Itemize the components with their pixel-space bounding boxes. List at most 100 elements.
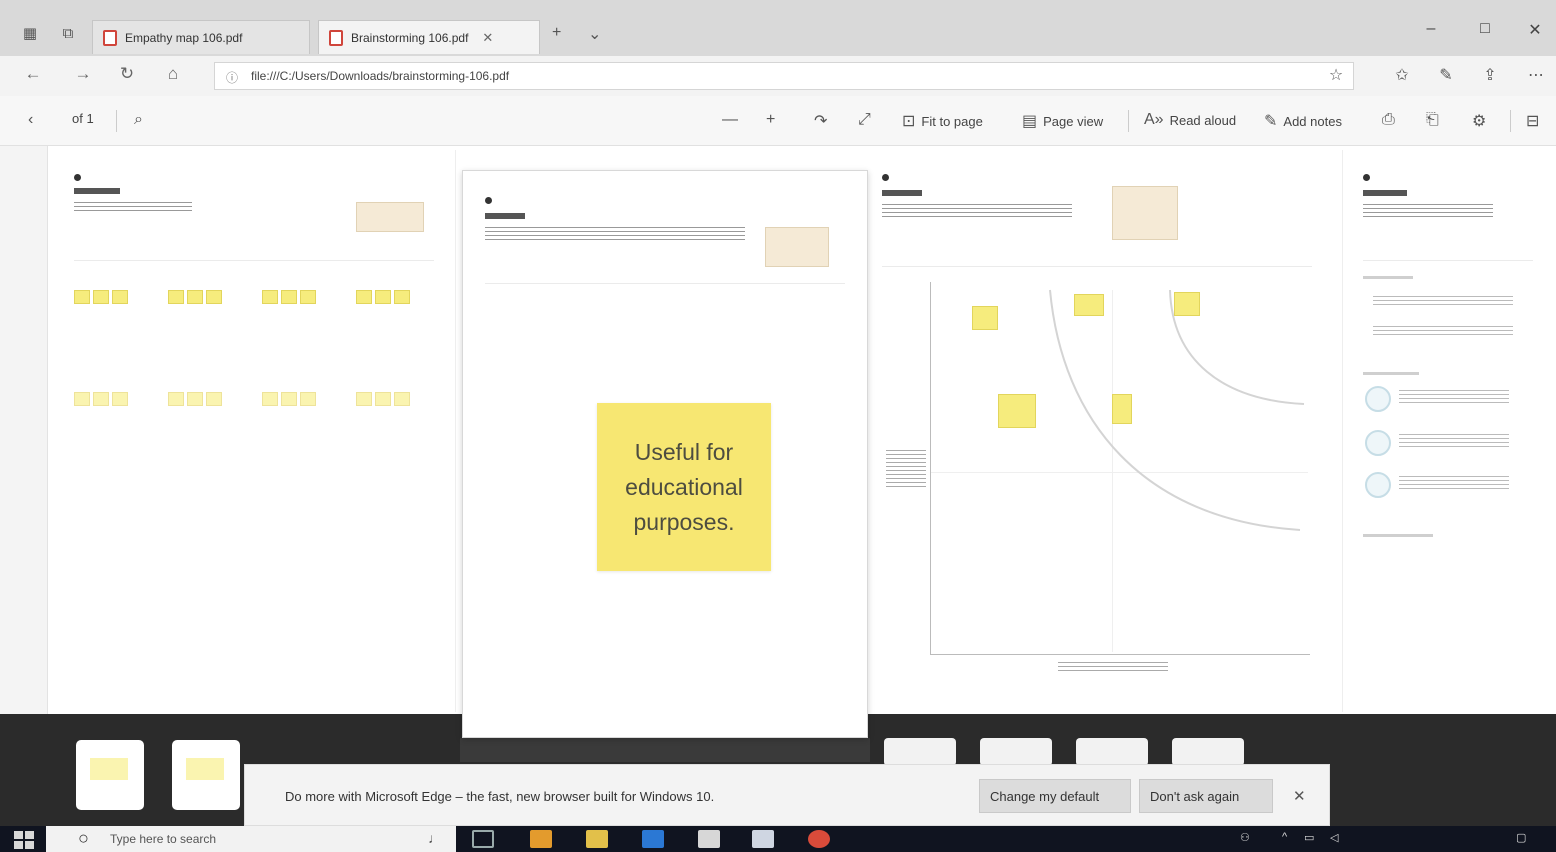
- url-field[interactable]: file:///C:/Users/Downloads/brainstorming…: [214, 62, 1354, 90]
- dont-ask-again-button[interactable]: Don't ask again: [1139, 779, 1273, 813]
- task-view-icon[interactable]: [472, 830, 494, 848]
- app-icon[interactable]: [752, 830, 774, 848]
- sticky-note: [972, 306, 998, 330]
- slide-4: [1342, 150, 1556, 712]
- fit-page-icon: ⊡: [902, 113, 916, 130]
- page-thumbnail[interactable]: [1076, 738, 1148, 766]
- slide-description: [485, 227, 745, 243]
- favorite-star-icon[interactable]: ☆: [1324, 65, 1348, 85]
- page-thumbnail[interactable]: [1172, 738, 1244, 766]
- more-icon[interactable]: ⋯: [1524, 65, 1548, 85]
- owner-text: [1399, 434, 1509, 448]
- rotate-icon[interactable]: ↷: [814, 111, 827, 131]
- owner-avatar: [1365, 472, 1391, 498]
- settings-gear-icon[interactable]: ⚙: [1472, 111, 1486, 131]
- favorites-icon[interactable]: ✩: [1390, 65, 1414, 85]
- owner-avatar: [1365, 430, 1391, 456]
- curves: [1049, 289, 1305, 531]
- print-icon[interactable]: ⎙: [1382, 111, 1395, 129]
- taskbar-search-box[interactable]: Type here to search: [46, 826, 456, 852]
- sticky-note: [1174, 292, 1200, 316]
- tab-list-chevron-icon[interactable]: ⌄: [588, 24, 601, 44]
- slide-2: Useful for educational purposes.: [462, 170, 868, 738]
- page-thumbnail[interactable]: [76, 740, 144, 810]
- sticky-note: [998, 394, 1036, 428]
- refresh-icon[interactable]: ↻: [114, 64, 140, 84]
- page-thumbnail[interactable]: [172, 740, 240, 810]
- vlc-icon[interactable]: [530, 830, 552, 848]
- read-aloud-button[interactable]: A» Read aloud: [1144, 111, 1236, 129]
- divider: [485, 283, 845, 284]
- divider: [1363, 260, 1533, 261]
- volume-icon[interactable]: ◁: [1330, 831, 1338, 844]
- maximize-icon[interactable]: □: [1470, 20, 1500, 38]
- sticky-group: [74, 392, 128, 406]
- x-axis-label: [1058, 662, 1168, 674]
- store-icon[interactable]: [698, 830, 720, 848]
- home-icon[interactable]: ⌂: [160, 64, 186, 84]
- add-notes-label: Add notes: [1283, 113, 1342, 129]
- file-explorer-icon[interactable]: [586, 830, 608, 848]
- new-tab-button[interactable]: +: [552, 24, 561, 42]
- page-thumbnail[interactable]: [980, 738, 1052, 766]
- zoom-in-icon[interactable]: +: [766, 111, 775, 129]
- share-icon[interactable]: ⇪: [1478, 65, 1502, 85]
- back-icon[interactable]: ←: [20, 64, 46, 84]
- save-icon[interactable]: ⎗: [1426, 111, 1439, 129]
- section-heading: [1363, 372, 1419, 375]
- filmstrip-highlight: [460, 738, 870, 762]
- tab-label: Brainstorming 106.pdf: [351, 30, 469, 45]
- tray-chevron-icon[interactable]: ^: [1282, 831, 1287, 843]
- owner-text: [1399, 476, 1509, 490]
- sticky-group: [262, 290, 316, 304]
- tab-actions-icon[interactable]: ▦: [18, 20, 42, 48]
- forward-icon[interactable]: →: [70, 64, 96, 84]
- windows-taskbar: Type here to search ○ ♩ ⚇ ^ ▭ ◁ ▢: [0, 826, 1556, 852]
- close-tab-icon[interactable]: ✕: [482, 30, 493, 46]
- fit-to-page-button[interactable]: ⊡ Fit to page: [902, 111, 983, 131]
- people-icon[interactable]: ⚇: [1240, 831, 1250, 844]
- owner-avatar: [1365, 386, 1391, 412]
- set-aside-tabs-icon[interactable]: ⧉: [56, 20, 80, 48]
- page-view-icon: ▤: [1022, 113, 1038, 130]
- section-heading: [1363, 276, 1413, 279]
- zoom-out-icon[interactable]: —: [722, 111, 738, 129]
- start-button-icon[interactable]: [14, 831, 34, 849]
- chrome-icon[interactable]: [808, 830, 830, 848]
- add-notes-button[interactable]: ✎ Add notes: [1264, 111, 1342, 131]
- pin-toolbar-icon[interactable]: ⊟: [1526, 111, 1539, 131]
- read-aloud-icon: A»: [1144, 111, 1164, 128]
- microphone-icon[interactable]: ♩: [428, 830, 442, 846]
- pen-icon[interactable]: ✎: [1434, 65, 1458, 85]
- window-close-icon[interactable]: ✕: [1520, 20, 1550, 40]
- sticky-group: [262, 392, 316, 406]
- page-thumbnail[interactable]: [884, 738, 956, 766]
- tab-empathy-map[interactable]: Empathy map 106.pdf: [92, 20, 310, 54]
- slide-description: [1363, 204, 1493, 220]
- action-item: [1373, 296, 1513, 306]
- contents-icon[interactable]: ‹: [28, 111, 33, 129]
- search-icon[interactable]: ⌕: [134, 111, 143, 129]
- action-center-icon[interactable]: ▢: [1516, 831, 1526, 844]
- default-browser-notification: Do more with Microsoft Edge – the fast, …: [244, 764, 1330, 826]
- tab-strip: ▦ ⧉ Empathy map 106.pdf Brainstorming 10…: [0, 0, 1556, 56]
- change-default-button[interactable]: Change my default: [979, 779, 1131, 813]
- page-counter[interactable]: of 1: [72, 111, 94, 126]
- minimize-icon[interactable]: –: [1416, 20, 1446, 38]
- read-aloud-label: Read aloud: [1169, 112, 1237, 128]
- fullscreen-icon[interactable]: ⤢: [858, 111, 871, 129]
- sticky-group: [168, 392, 222, 406]
- slide-title: [1363, 190, 1407, 196]
- divider: [1128, 110, 1129, 132]
- sticky-group: [356, 290, 410, 304]
- page-view-button[interactable]: ▤ Page view: [1022, 111, 1103, 131]
- sticky-note: [1074, 294, 1104, 316]
- edge-icon[interactable]: [642, 830, 664, 848]
- info-icon: ⓘ: [226, 71, 239, 85]
- close-notification-icon[interactable]: ✕: [1293, 787, 1306, 805]
- search-icon: ○: [78, 828, 89, 848]
- tab-brainstorming[interactable]: Brainstorming 106.pdf ✕: [318, 20, 540, 54]
- action-item: [1373, 326, 1513, 336]
- network-icon[interactable]: ▭: [1304, 831, 1314, 844]
- pdf-icon: [103, 29, 117, 46]
